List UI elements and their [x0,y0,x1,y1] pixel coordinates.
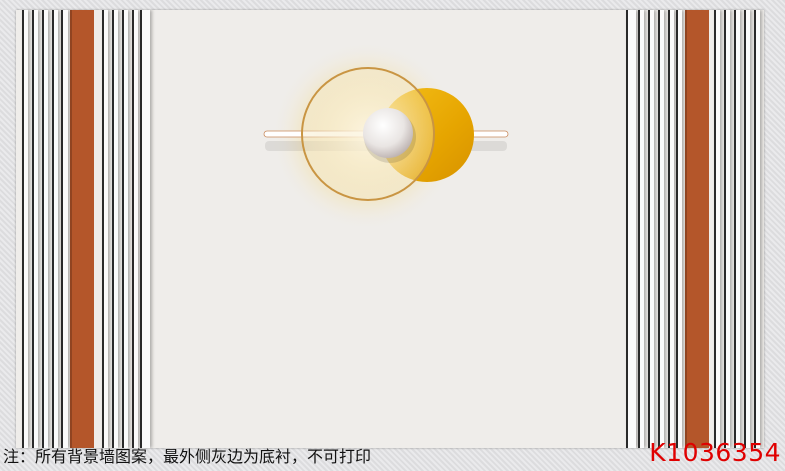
mural-canvas [16,10,764,448]
sun-moon-circle-icon [263,41,509,231]
product-code: K1036354 [649,438,781,467]
pearl-sphere [363,108,413,158]
footer-note: 注：所有背景墙图案，最外侧灰边为底衬，不可打印 [3,447,372,466]
